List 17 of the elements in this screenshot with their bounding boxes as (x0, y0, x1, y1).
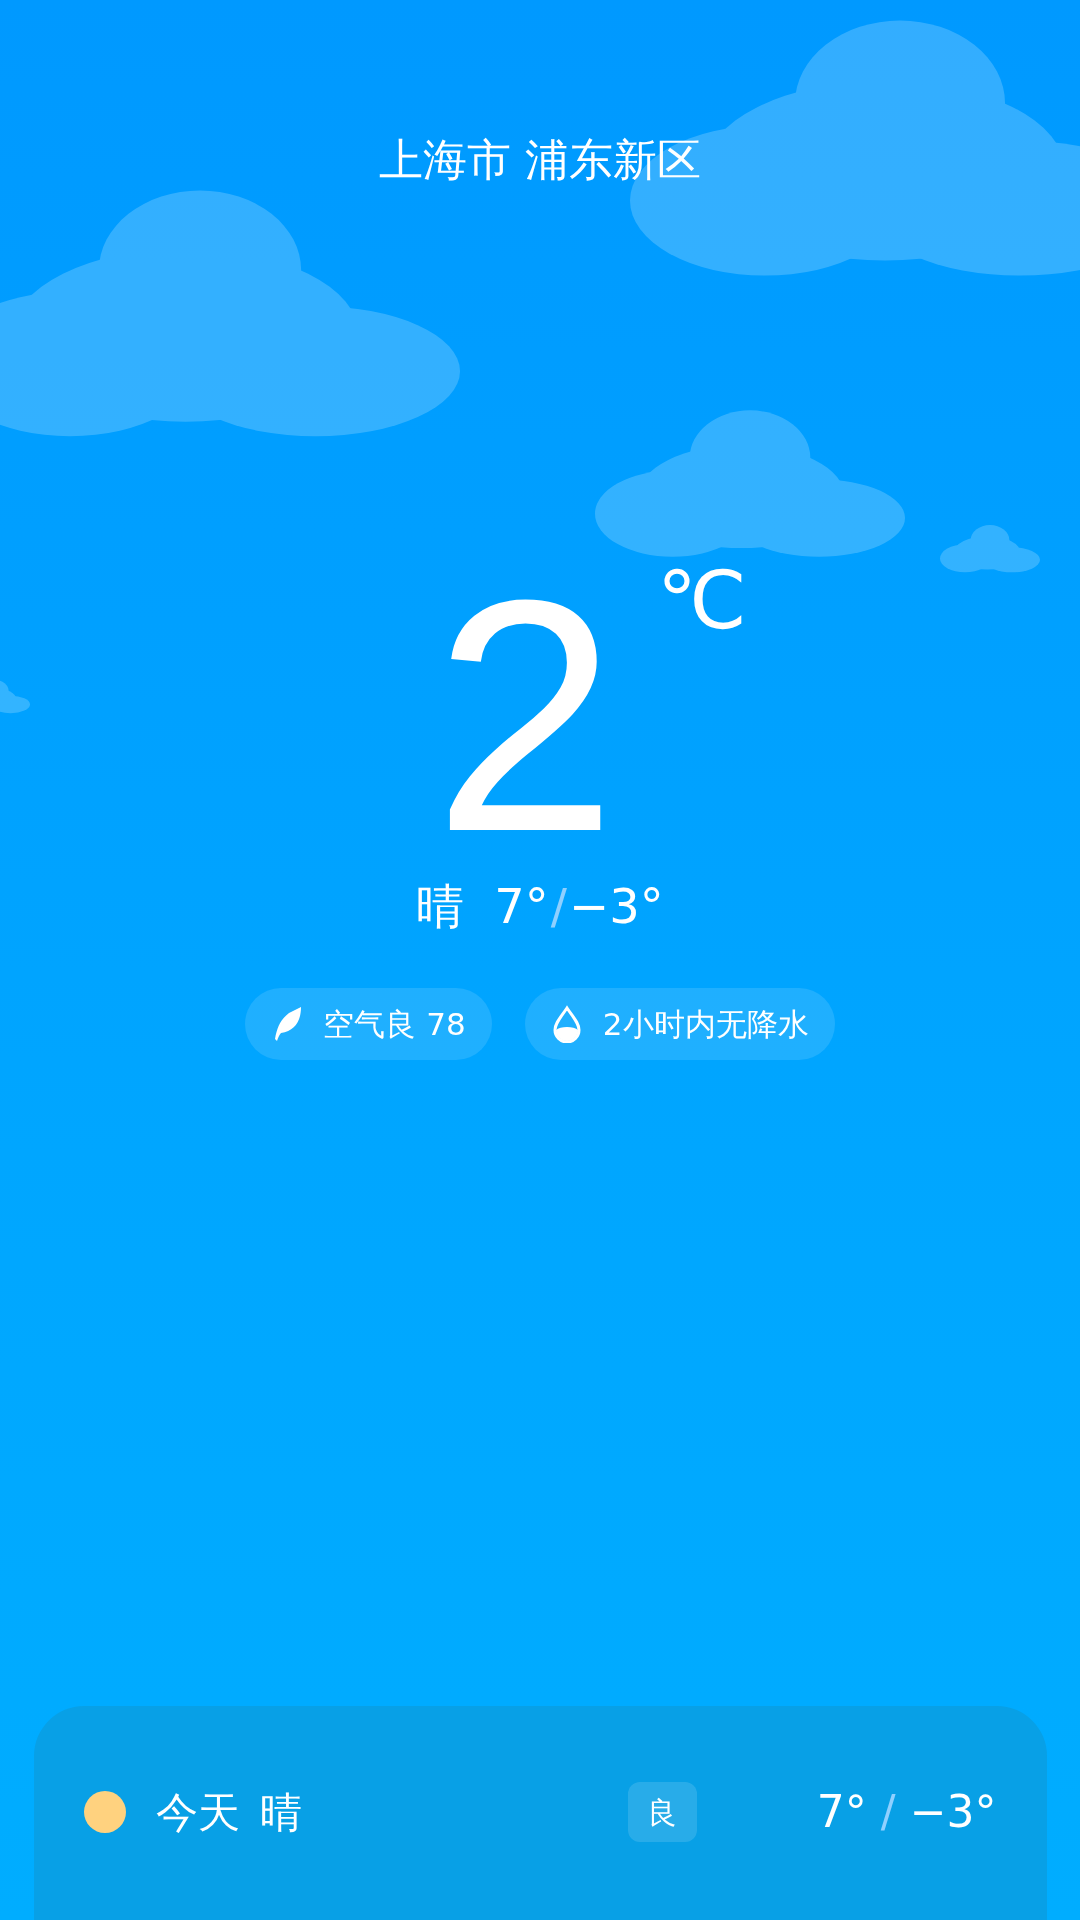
location-title: 上海市 浦东新区 (379, 134, 701, 186)
chip-label: 空气良 78 (323, 1004, 466, 1044)
chip-label: 2小时内无降水 (602, 1004, 809, 1044)
air-quality-badge: 良 (627, 1782, 697, 1842)
weather-condition: 晴 (416, 877, 465, 936)
forecast-low: −3° (909, 1785, 997, 1839)
current-temperature: 2 (433, 566, 617, 866)
forecast-high: 7° (816, 1785, 867, 1839)
forecast-day: 今天 (155, 1780, 240, 1844)
low-temperature: −3° (568, 877, 664, 936)
forecast-condition: 晴 (259, 1786, 302, 1839)
info-chip[interactable]: 空气良 78 (245, 988, 492, 1060)
temperature-unit: ℃ (656, 556, 747, 646)
separator-slash: / (880, 1785, 896, 1839)
high-temperature: 7° (494, 877, 549, 936)
separator-slash: / (550, 877, 567, 936)
info-chip[interactable]: 2小时内无降水 (524, 988, 835, 1060)
